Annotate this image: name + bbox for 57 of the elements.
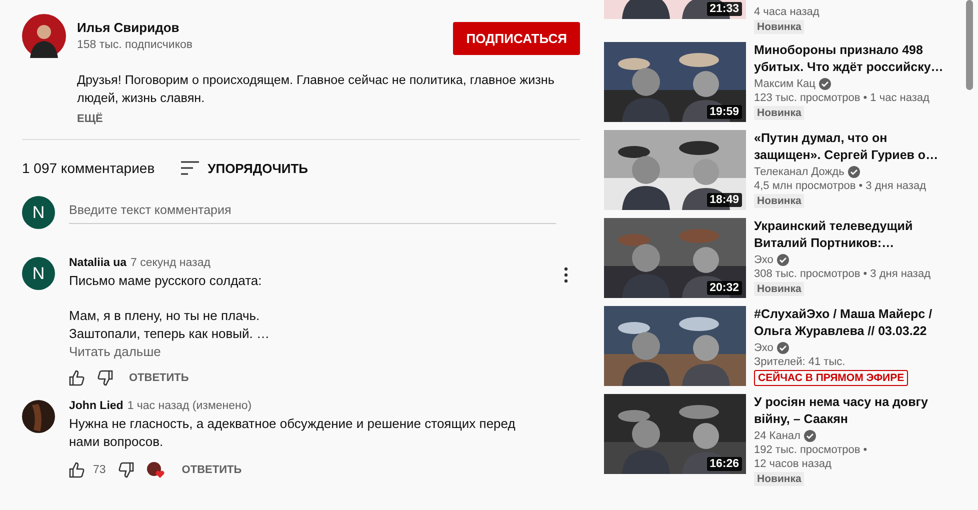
reply-button[interactable]: ОТВЕТИТЬ: [178, 464, 242, 476]
video-title[interactable]: Украинский телеведущий Виталий Портников:…: [754, 218, 954, 252]
video-stats: 4,5 млн просмотров • 3 дня назад: [754, 180, 926, 192]
video-stats: 308 тыс. просмотров • 3 дня назад: [754, 268, 931, 280]
reply-button[interactable]: ОТВЕТИТЬ: [125, 372, 189, 384]
like-count: 73: [93, 464, 106, 476]
channel-name[interactable]: Илья Свиридов: [77, 20, 454, 35]
read-more-link[interactable]: Читать дальше: [69, 344, 161, 359]
comment-text: Нужна не гласность, а адекватное обсуждение и решение стоящих перед нами вопросов.: [69, 415, 516, 450]
live-badge: СЕЙЧАС В ПРЯМОМ ЭФИРЕ: [754, 370, 908, 386]
new-badge: Новинка: [754, 20, 804, 34]
commenter-avatar[interactable]: N: [22, 257, 55, 290]
video-duration: 20:32: [706, 281, 742, 295]
video-title[interactable]: У росіян нема часу на довгу війну, – Саакян: [754, 394, 954, 428]
video-duration: 19:59: [706, 105, 742, 119]
channel-name[interactable]: Эхо: [754, 254, 774, 266]
video-duration: 16:26: [706, 457, 742, 471]
show-more-button[interactable]: ЕЩЁ: [77, 113, 103, 125]
channel-name[interactable]: 24 Канал: [754, 430, 800, 442]
new-badge: Новинка: [754, 282, 804, 296]
video-duration: 18:49: [706, 193, 742, 207]
sort-button[interactable]: УПОРЯДОЧИТЬ: [180, 160, 308, 176]
video-stats: Зрителей: 41 тыс.: [754, 356, 846, 368]
thumbs-down-icon[interactable]: [97, 370, 113, 386]
channel-name[interactable]: Эхо: [754, 342, 774, 354]
video-stats: 192 тыс. просмотров •: [754, 444, 868, 456]
sort-icon: [180, 161, 199, 175]
comment-time[interactable]: 1 час назад (изменено): [127, 400, 252, 412]
new-badge: Новинка: [754, 472, 804, 486]
more-options-icon[interactable]: [564, 267, 568, 283]
new-badge: Новинка: [754, 194, 804, 208]
new-badge: Новинка: [754, 106, 804, 120]
comment-input-field[interactable]: Введите текст комментария: [69, 201, 556, 224]
thumbs-up-icon[interactable]: [69, 370, 85, 386]
scrollbar[interactable]: [966, 0, 973, 90]
comment-count: 1 097 комментариев: [22, 160, 155, 176]
commenter-avatar[interactable]: [22, 400, 55, 433]
video-title[interactable]: «Путин думал, что он защищен». Сергей Гуриев о…: [754, 130, 954, 164]
video-title[interactable]: #СлухайЭхо / Маша Майерс / Ольга Журавлева // 03.03.22: [754, 306, 954, 340]
video-stats: 4 часа назад: [754, 6, 820, 18]
comment-time[interactable]: 7 секунд назад: [130, 257, 210, 269]
channel-avatar[interactable]: [22, 14, 66, 58]
channel-name[interactable]: Максим Кац: [754, 78, 816, 90]
comment-author[interactable]: John Lied: [69, 400, 124, 412]
comment-text: Письмо маме русского солдата: Мам, я в плену, но ты не плачь. Заштопали, теперь как новый. …: [69, 272, 270, 342]
video-duration: 21:33: [706, 2, 742, 16]
subscribe-button[interactable]: ПОДПИСАТЬСЯ: [453, 22, 580, 55]
user-avatar: N: [22, 196, 55, 229]
video-stats: 123 тыс. просмотров • 1 час назад: [754, 92, 930, 104]
video-title[interactable]: Минобороны признало 498 убитых. Что ждёт российску…: [754, 42, 954, 76]
subscriber-count: 158 тыс. подписчиков: [77, 39, 194, 51]
video-stats: 12 часов назад: [754, 458, 832, 470]
comment-author[interactable]: Nataliia ua: [69, 257, 127, 269]
thumbs-down-icon[interactable]: [118, 462, 134, 478]
video-description: Друзья! Поговорим о происходящем. Главное сейчас не политика, главное жизнь людей, жизнь славян.: [77, 72, 556, 107]
channel-name[interactable]: Телеканал Дождь: [754, 166, 844, 178]
thumbs-up-icon[interactable]: [69, 462, 85, 478]
